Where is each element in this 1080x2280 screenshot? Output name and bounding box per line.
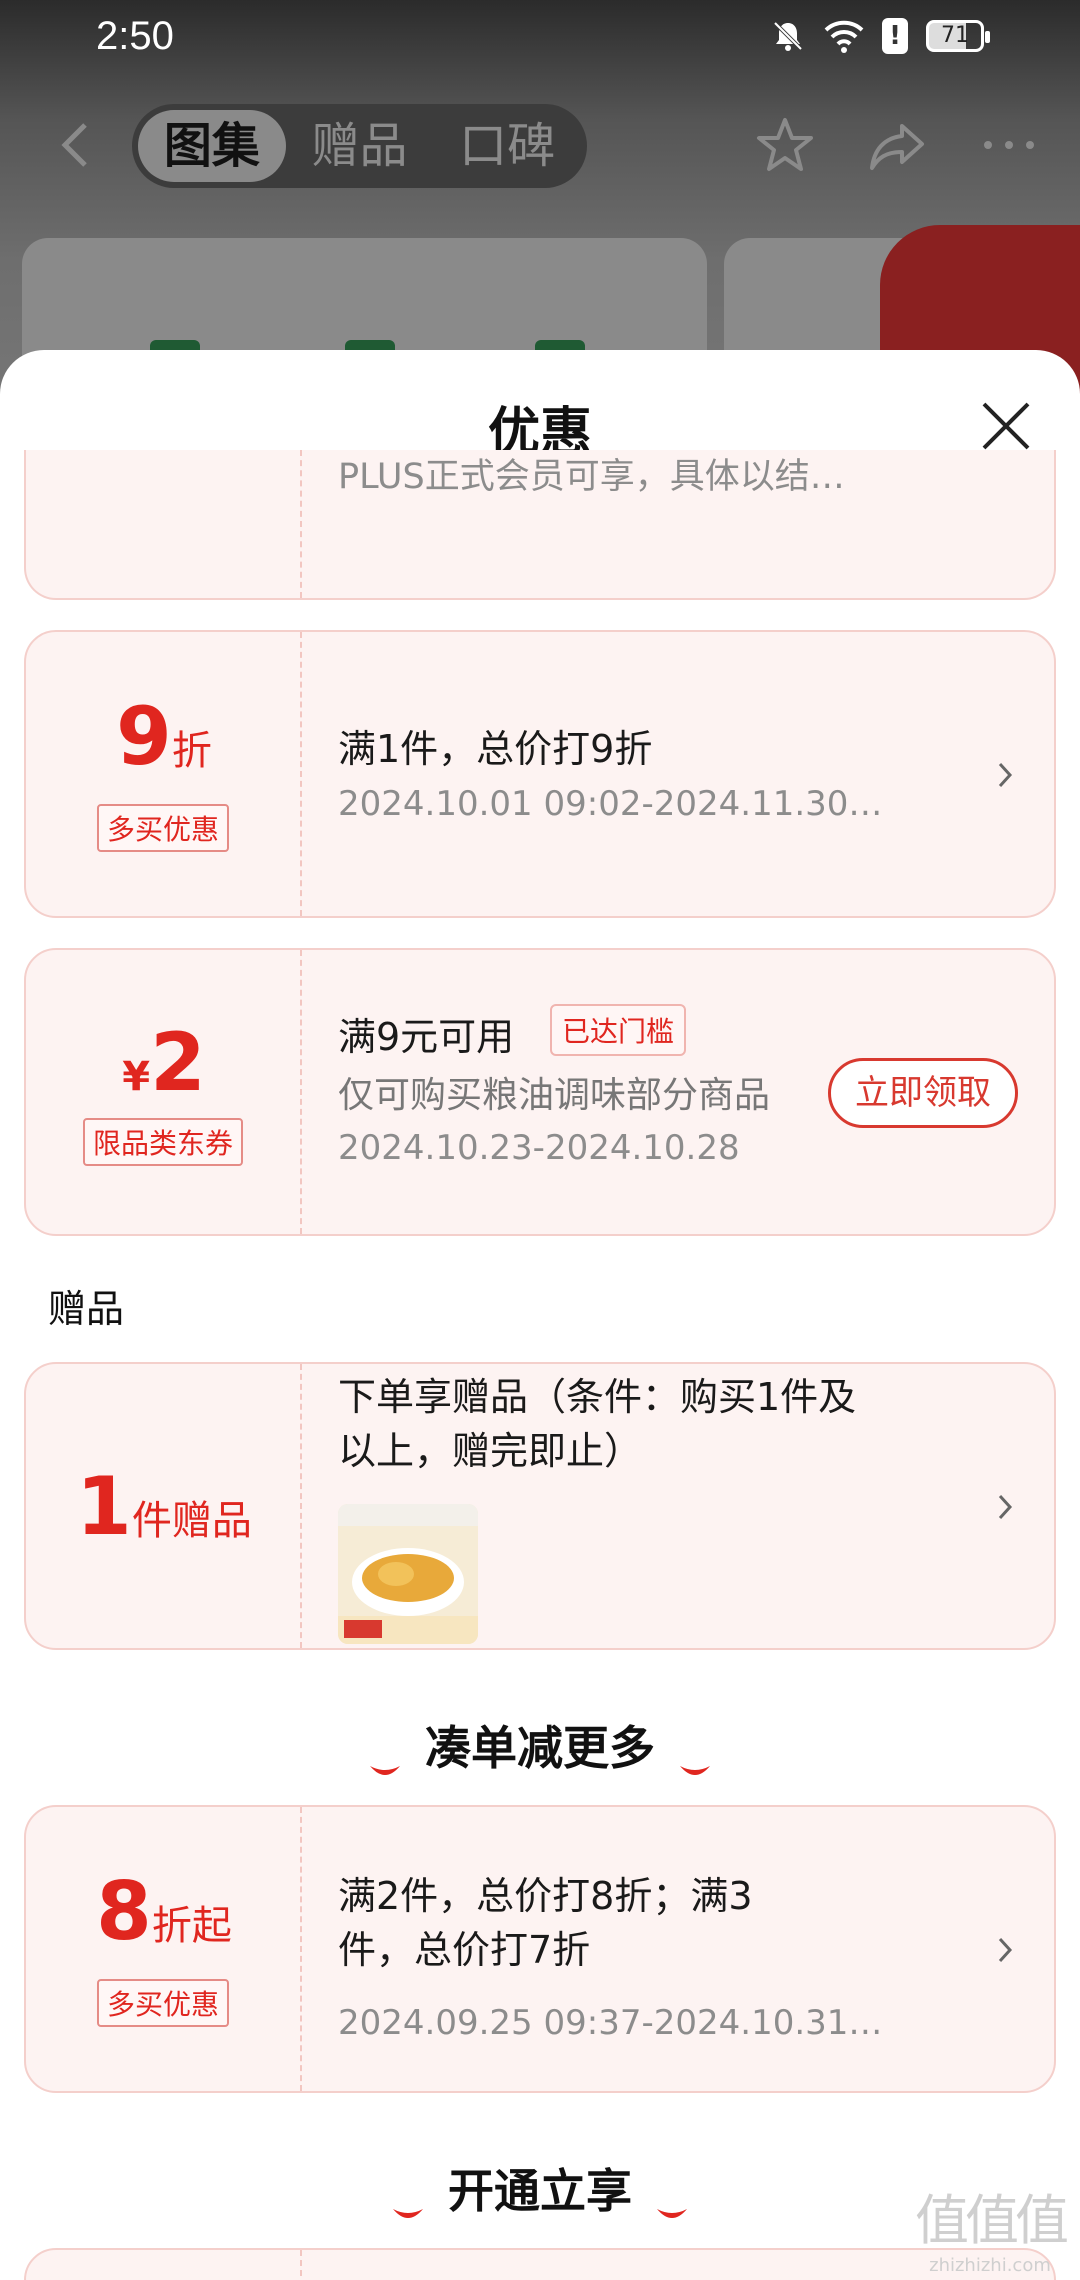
coupon-type-tag: 多买优惠 xyxy=(96,1979,230,2027)
coupon-type-tag: 多买优惠 xyxy=(96,804,230,852)
wifi-icon xyxy=(824,18,864,54)
coupon-desc: PLUS正式会员可享，具体以结… xyxy=(338,457,845,497)
chevron-right-icon xyxy=(996,1490,1016,1524)
coupon-date: 2024.10.23-2024.10.28 xyxy=(338,1128,740,1168)
smile-left-icon xyxy=(367,1741,403,1775)
coupon-card-plus[interactable]: PLUS正式会员可享，具体以结… xyxy=(24,450,1056,600)
back-arrow-icon[interactable] xyxy=(55,120,95,170)
coupon-card-jd-voucher[interactable]: ¥2 限品类东券 满9元可用 已达门槛 仅可购买粮油调味部分商品 2024.10… xyxy=(24,948,1056,1236)
battery-icon: 71 xyxy=(926,20,990,52)
coupon-title: 满9元可用 xyxy=(338,1015,515,1059)
voucher-amount: 2 xyxy=(150,1016,206,1109)
discount-value: 9 xyxy=(116,690,172,783)
coupon-title: 满2件，总价打8折；满3件，总价打7折 xyxy=(338,1874,753,1972)
smile-right-icon xyxy=(654,2184,690,2218)
status-time: 2:50 xyxy=(96,14,174,58)
smile-right-icon xyxy=(677,1741,713,1775)
watermark: 值值值 zhizhizhi.com xyxy=(915,2189,1069,2276)
coupon-date: 2024.10.01 09:02-2024.11.30… xyxy=(338,784,883,824)
discount-sheet: 优惠 PLUS正式会员可享，具体以结… 9折 多买优惠 满1件，总价打9折 20… xyxy=(0,350,1080,2280)
coupon-date: 2024.09.25 09:37-2024.10.31… xyxy=(338,2003,883,2043)
coupon-card-8-discount[interactable]: 8折起 多买优惠 满2件，总价打8折；满3件，总价打7折 2024.09.25 … xyxy=(24,1805,1056,2093)
gift-title: 下单享赠品（条件：购买1件及以上，赠完即止） xyxy=(338,1375,857,1473)
close-icon[interactable] xyxy=(980,400,1032,452)
membership-card[interactable] xyxy=(24,2248,1056,2280)
discount-value: 8 xyxy=(96,1865,152,1958)
tab-gallery[interactable]: 图集 xyxy=(138,110,286,182)
more-deals-text: 凑单减更多 xyxy=(425,1721,655,1775)
gift-card[interactable]: 1件赠品 下单享赠品（条件：购买1件及以上，赠完即止） xyxy=(24,1362,1056,1650)
top-navbar: 图集 赠品 口碑 xyxy=(0,100,1080,190)
gallery-tab-switcher: 图集 赠品 口碑 xyxy=(132,104,587,188)
coupon-type-tag: 限品类东券 xyxy=(82,1118,244,1166)
chevron-right-icon xyxy=(996,758,1016,792)
gift-section-label: 赠品 xyxy=(48,1287,125,1331)
more-deals-title: 凑单减更多 xyxy=(0,1712,1080,1778)
coupon-title: 满1件，总价打9折 xyxy=(338,727,653,771)
gift-unit: 件赠品 xyxy=(131,1498,252,1544)
share-icon[interactable] xyxy=(866,114,928,176)
currency-symbol: ¥ xyxy=(122,1054,151,1100)
bell-muted-icon xyxy=(770,18,806,54)
claim-now-button[interactable]: 立即领取 xyxy=(828,1058,1018,1128)
membership-text: 开通立享 xyxy=(448,2164,632,2218)
gift-count: 1 xyxy=(76,1460,132,1553)
coupon-card-9-discount[interactable]: 9折 多买优惠 满1件，总价打9折 2024.10.01 09:02-2024.… xyxy=(24,630,1056,918)
alert-icon: ! xyxy=(882,18,908,54)
tab-gifts[interactable]: 赠品 xyxy=(286,110,434,182)
gift-product-image[interactable] xyxy=(338,1504,478,1644)
discount-unit: 折 xyxy=(171,728,212,774)
coupon-desc: 仅可购买粮油调味部分商品 xyxy=(338,1075,771,1116)
more-icon[interactable] xyxy=(978,114,1040,176)
discount-unit: 折起 xyxy=(151,1903,232,1949)
smile-left-icon xyxy=(390,2184,426,2218)
tab-reviews[interactable]: 口碑 xyxy=(433,110,581,182)
status-bar: 2:50 ! 71 xyxy=(0,0,1080,80)
star-icon[interactable] xyxy=(754,114,816,176)
threshold-badge: 已达门槛 xyxy=(550,1004,687,1056)
chevron-right-icon xyxy=(996,1933,1016,1967)
